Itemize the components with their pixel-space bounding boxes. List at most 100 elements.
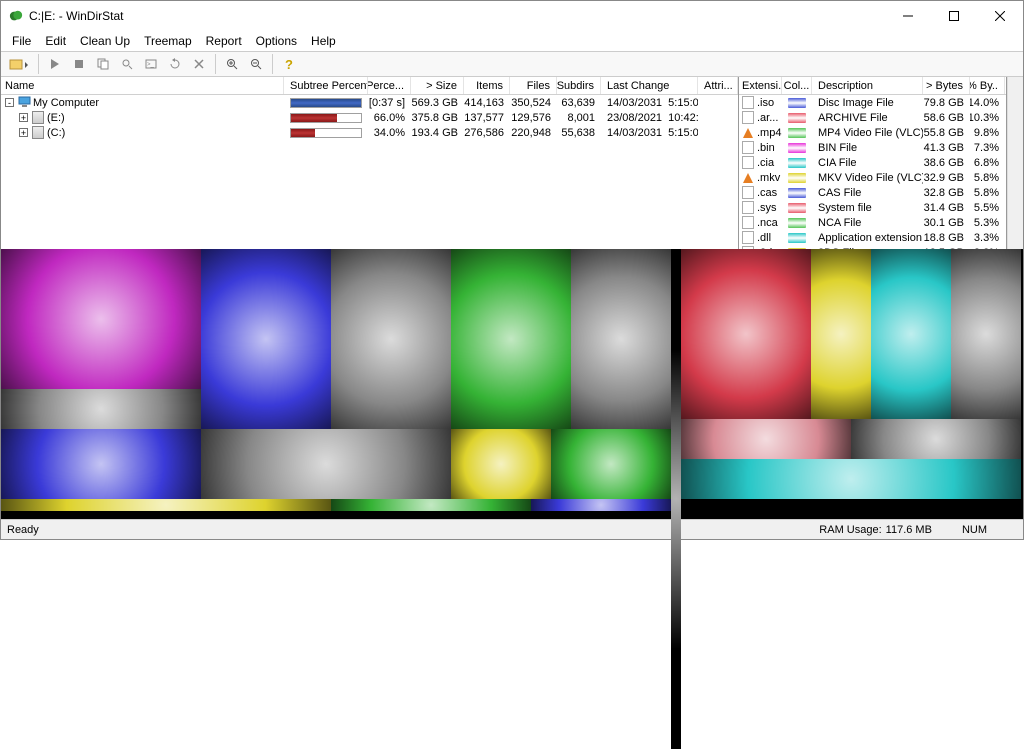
cell-items: 276,586: [464, 127, 510, 139]
treemap-block[interactable]: [851, 419, 1021, 459]
toolbar-sep: [38, 54, 39, 74]
tree-col-attri-[interactable]: Attri...: [698, 77, 738, 94]
treemap-block[interactable]: [1, 499, 331, 511]
treemap-block[interactable]: [951, 249, 1021, 419]
ext-row[interactable]: .ar...ARCHIVE File58.6 GB10.3%: [739, 110, 1006, 125]
color-swatch: [788, 113, 806, 123]
treemap-block[interactable]: [571, 249, 671, 429]
menu-edit[interactable]: Edit: [38, 32, 73, 50]
treemap-block[interactable]: [1, 429, 201, 499]
tree-col--size[interactable]: > Size: [411, 77, 464, 94]
percent-bar: [290, 128, 362, 138]
ext-bytes: 30.1 GB: [923, 217, 970, 229]
minimize-button[interactable]: [885, 1, 931, 31]
stop-button[interactable]: [68, 53, 90, 75]
drive-icon: [32, 111, 44, 124]
open-button[interactable]: [5, 53, 33, 75]
ext-col[interactable]: % By..: [970, 77, 1005, 94]
menu-options[interactable]: Options: [249, 32, 304, 50]
close-button[interactable]: [977, 1, 1023, 31]
treemap-block[interactable]: [681, 459, 1021, 499]
help-button[interactable]: ?: [278, 53, 300, 75]
treemap-block[interactable]: [681, 419, 851, 459]
node-name: My Computer: [33, 97, 99, 109]
tree-row[interactable]: +(C:)34.0%193.4 GB276,586220,94855,63814…: [1, 125, 738, 140]
ext-col[interactable]: Extensi...: [739, 77, 782, 94]
window-title: C:|E: - WinDirStat: [29, 9, 885, 23]
color-swatch: [788, 98, 806, 108]
ext-desc: Disc Image File: [812, 97, 923, 109]
tree-col-name[interactable]: Name: [1, 77, 284, 94]
treemap-block[interactable]: [531, 499, 671, 511]
menu-treemap[interactable]: Treemap: [137, 32, 199, 50]
ext-pct: 14.0%: [970, 97, 1005, 109]
cell-pct: 66.0%: [368, 112, 411, 124]
treemap-block[interactable]: [811, 249, 871, 419]
ext-row[interactable]: .mkvMKV Video File (VLC)32.9 GB5.8%: [739, 170, 1006, 185]
treemap-block[interactable]: [451, 249, 571, 429]
treemap-view[interactable]: [1, 249, 1023, 519]
ext-col[interactable]: Col...: [782, 77, 812, 94]
ext-desc: NCA File: [812, 217, 923, 229]
expand-toggle[interactable]: +: [19, 113, 28, 122]
tree-body[interactable]: -My Computer[0:37 s]569.3 GB414,163350,5…: [1, 95, 738, 249]
treemap-block[interactable]: [871, 249, 951, 419]
status-ram-value: 117.6 MB: [886, 524, 932, 536]
ext-row[interactable]: .dllApplication extension18.8 GB3.3%: [739, 230, 1006, 245]
menu-file[interactable]: File: [5, 32, 38, 50]
ext-row[interactable]: .isoDisc Image File79.8 GB14.0%: [739, 95, 1006, 110]
ext-body[interactable]: .isoDisc Image File79.8 GB14.0%.ar...ARC…: [739, 95, 1006, 249]
tree-col-items[interactable]: Items: [464, 77, 510, 94]
delete-button[interactable]: [188, 53, 210, 75]
cell-size: 569.3 GB: [411, 97, 464, 109]
cmd-button[interactable]: >_: [140, 53, 162, 75]
menu-help[interactable]: Help: [304, 32, 343, 50]
ext-row[interactable]: .casCAS File32.8 GB5.8%: [739, 185, 1006, 200]
zoom-in-button[interactable]: [221, 53, 243, 75]
tree-col-files[interactable]: Files: [510, 77, 557, 94]
color-swatch: [788, 218, 806, 228]
zoom-out-button[interactable]: [245, 53, 267, 75]
treemap-block[interactable]: [551, 429, 671, 499]
color-swatch: [788, 188, 806, 198]
ext-row[interactable]: .sysSystem file31.4 GB5.5%: [739, 200, 1006, 215]
copy-button[interactable]: [92, 53, 114, 75]
treemap-block[interactable]: [681, 249, 811, 419]
expand-toggle[interactable]: +: [19, 128, 28, 137]
tree-col-last-change[interactable]: Last Change: [601, 77, 698, 94]
treemap-block[interactable]: [201, 249, 331, 429]
tree-row[interactable]: +(E:)66.0%375.8 GB137,577129,5768,00123/…: [1, 110, 738, 125]
treemap-block[interactable]: [201, 429, 451, 499]
tree-row[interactable]: -My Computer[0:37 s]569.3 GB414,163350,5…: [1, 95, 738, 110]
treemap-block[interactable]: [451, 429, 551, 499]
treemap-block[interactable]: [1, 249, 201, 389]
expand-toggle[interactable]: -: [5, 98, 14, 107]
ext-col[interactable]: Description: [812, 77, 923, 94]
ext-row[interactable]: .mp4MP4 Video File (VLC)55.8 GB9.8%: [739, 125, 1006, 140]
run-button[interactable]: [44, 53, 66, 75]
tree-col-perce-[interactable]: Perce...: [368, 77, 411, 94]
tree-col-subdirs[interactable]: Subdirs: [557, 77, 601, 94]
cell-lastchange: 14/03/2031 5:15:0...: [601, 127, 698, 139]
treemap-block[interactable]: [331, 499, 531, 511]
explorer-button[interactable]: [116, 53, 138, 75]
ext-row[interactable]: .binBIN File41.3 GB7.3%: [739, 140, 1006, 155]
treemap-block[interactable]: [1, 389, 201, 429]
cell-size: 375.8 GB: [411, 112, 464, 124]
menu-cleanup[interactable]: Clean Up: [73, 32, 137, 50]
file-icon: [742, 111, 754, 124]
treemap-block[interactable]: [671, 249, 681, 749]
refresh-button[interactable]: [164, 53, 186, 75]
ext-pct: 5.3%: [970, 217, 1005, 229]
menu-report[interactable]: Report: [199, 32, 249, 50]
ext-row[interactable]: .ncaNCA File30.1 GB5.3%: [739, 215, 1006, 230]
ext-row[interactable]: .ciaCIA File38.6 GB6.8%: [739, 155, 1006, 170]
treemap-block[interactable]: [331, 249, 451, 429]
content-area: NameSubtree Percent...Perce...> SizeItem…: [1, 77, 1023, 519]
file-icon: [742, 201, 754, 214]
maximize-button[interactable]: [931, 1, 977, 31]
ext-col[interactable]: > Bytes: [923, 77, 970, 94]
tree-col-subtree-percent-[interactable]: Subtree Percent...: [284, 77, 368, 94]
ext-scrollbar[interactable]: [1007, 77, 1023, 249]
ext-desc: ARCHIVE File: [812, 112, 923, 124]
